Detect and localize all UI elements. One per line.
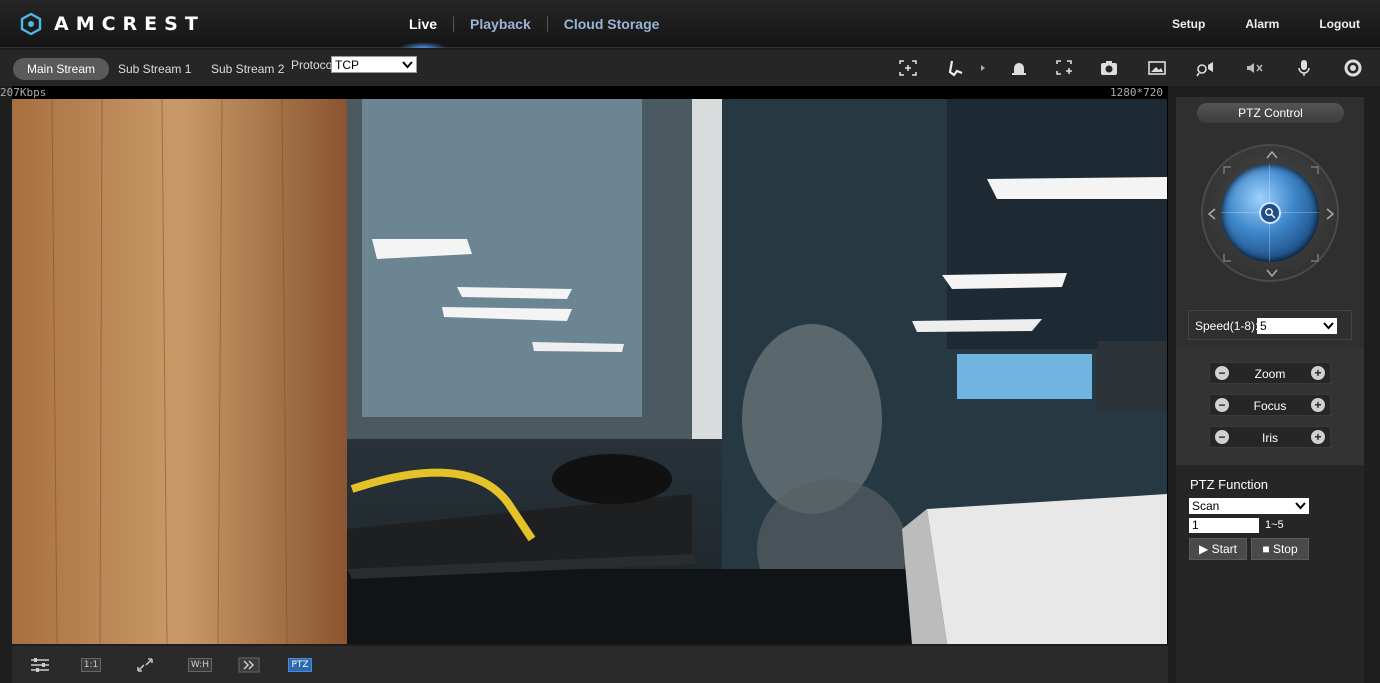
fluency-icon[interactable] [238,655,260,675]
alarm-link[interactable]: Alarm [1245,17,1279,31]
fullscreen-icon[interactable] [134,655,156,675]
pan-down-icon[interactable] [1265,266,1279,280]
ptz-direction-pad[interactable] [1201,144,1339,282]
picture-icon[interactable] [1146,58,1168,78]
zoom-label: Zoom [1254,367,1286,381]
ptz-function-section: PTZ Function Scan 1 1~5 ▶ Start ■ Stop [1176,465,1364,683]
zoom-control: − Zoom + [1209,362,1331,384]
protocol-value: TCP [335,58,359,72]
speed-control: Speed(1-8): 5 [1188,310,1352,340]
iris-control: − Iris + [1209,426,1331,448]
camera-scene-image [12,99,1167,644]
aspect-ratio-label: W:H [187,658,213,672]
account-nav: Setup Alarm Logout [1132,0,1360,48]
draw-icon[interactable] [946,58,968,78]
pan-down-right-icon[interactable] [1307,250,1321,264]
stop-icon: ■ [1262,542,1270,556]
amcrest-logo-icon [20,12,42,36]
sub-stream-2-tab[interactable]: Sub Stream 2 [211,58,284,80]
focus-near-button[interactable]: − [1215,398,1229,412]
draw-dropdown-icon[interactable] [978,58,988,78]
iris-close-button[interactable]: − [1215,430,1229,444]
main-nav: Live Playback Cloud Storage [393,0,675,48]
protocol-select[interactable]: TCP [331,56,417,73]
ptz-function-value: Scan [1192,499,1220,513]
nav-tab-live[interactable]: Live [393,0,453,48]
microphone-icon[interactable] [1293,58,1315,78]
chevron-down-icon [402,61,413,69]
region-zoom-icon[interactable] [1053,58,1075,78]
top-navigation-bar: AMCREST Live Playback Cloud Storage Setu… [0,0,1380,48]
pan-up-icon[interactable] [1265,148,1279,162]
speed-select[interactable]: 5 [1257,318,1337,334]
setup-link[interactable]: Setup [1172,17,1205,31]
pan-left-icon[interactable] [1205,207,1219,221]
ptz-icon: PTZ [288,658,312,672]
nav-tab-playback[interactable]: Playback [454,0,547,48]
pan-down-left-icon[interactable] [1221,250,1235,264]
image-adjust-icon[interactable] [29,655,51,675]
stop-button[interactable]: ■ Stop [1251,538,1309,560]
focus-label: Focus [1253,399,1287,413]
logout-link[interactable]: Logout [1319,17,1360,31]
stream-toolbar: Main Stream Sub Stream 1 Sub Stream 2 Pr… [0,50,1380,86]
main-stream-tab[interactable]: Main Stream [13,58,110,80]
ptz-control-panel: PTZ Control Speed(1-8): 5 − Zoom + − Foc… [1176,97,1364,683]
alarm-bell-icon[interactable] [1008,58,1030,78]
ptz-joystick-disc[interactable] [1221,164,1319,262]
pan-up-right-icon[interactable] [1307,164,1321,178]
live-video-feed[interactable] [12,99,1167,644]
ptz-function-title: PTZ Function [1190,477,1269,492]
speed-value: 5 [1260,319,1267,333]
snapshot-icon[interactable] [1098,58,1120,78]
ptz-control-title: PTZ Control [1197,103,1344,123]
ptz-toggle-button[interactable]: PTZ [287,655,313,675]
ptz-function-range: 1~5 [1265,519,1284,531]
focus-far-button[interactable]: + [1311,398,1325,412]
ptz-home-icon[interactable] [1259,202,1281,224]
zoom-in-button[interactable]: + [1311,366,1325,380]
start-button[interactable]: ▶ Start [1189,538,1247,560]
pan-right-icon[interactable] [1323,207,1337,221]
talk-icon[interactable] [1194,58,1216,78]
zoom-out-button[interactable]: − [1215,366,1229,380]
original-size-icon[interactable]: 1:1 [80,655,102,675]
start-label: Start [1211,542,1237,556]
sub-stream-1-tab[interactable]: Sub Stream 1 [118,58,191,80]
chevron-down-icon [1295,502,1306,510]
protocol-label: Protocol [291,58,336,72]
resolution-readout: 1280*720 [1110,86,1163,99]
ptz-function-number-input[interactable]: 1 [1189,518,1259,533]
original-size-label: 1:1 [80,658,102,672]
chevron-down-icon [1323,322,1334,330]
video-control-bar: 1:1 W:H PTZ [12,646,1168,683]
lens-controls: − Zoom + − Focus + − Iris + [1176,347,1364,465]
pan-up-left-icon[interactable] [1221,164,1235,178]
bitrate-readout: 207Kbps [0,86,47,99]
settings-icon[interactable] [1342,58,1364,78]
play-icon: ▶ [1199,542,1209,556]
ptz-function-select[interactable]: Scan [1189,498,1309,514]
brand-logo: AMCREST [20,12,205,36]
brand-name: AMCREST [54,13,205,35]
aspect-ratio-icon[interactable]: W:H [187,655,213,675]
speed-label: Speed(1-8): [1195,319,1259,333]
focus-control: − Focus + [1209,394,1331,416]
iris-label: Iris [1262,431,1278,445]
mute-icon[interactable] [1243,58,1265,78]
digital-zoom-icon[interactable] [897,58,919,78]
nav-tab-cloud-storage[interactable]: Cloud Storage [548,0,676,48]
stop-label: Stop [1272,542,1298,556]
iris-open-button[interactable]: + [1311,430,1325,444]
